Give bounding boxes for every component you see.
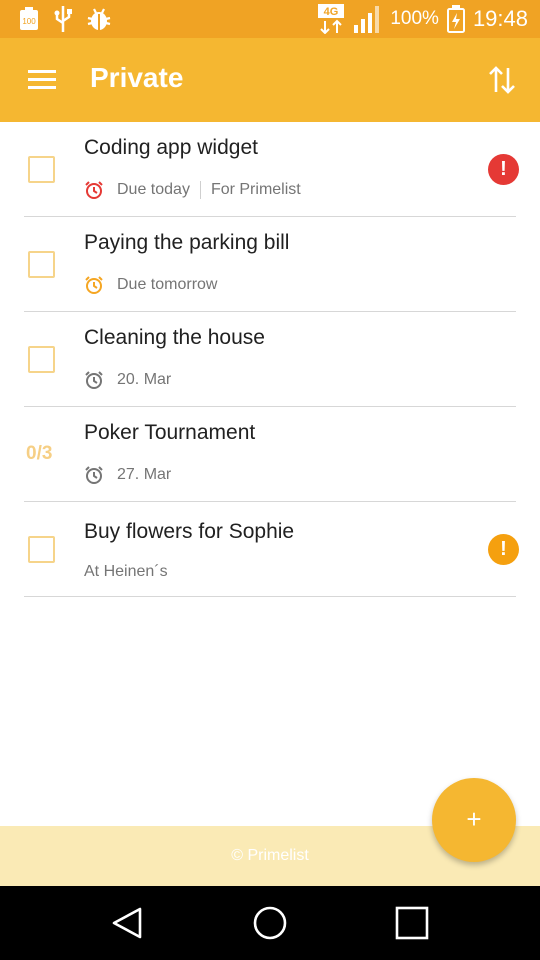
- task-item-poker-tournament[interactable]: 0/3 Poker Tournament 27. Mar: [0, 407, 540, 502]
- system-nav-bar: [0, 886, 540, 960]
- task-checkbox[interactable]: [28, 251, 55, 278]
- home-button[interactable]: [250, 903, 290, 943]
- status-left-icons: 100: [18, 6, 112, 32]
- status-bar: 100 4G 100% 19:48: [0, 0, 540, 38]
- divider: [24, 596, 516, 597]
- task-list-label: For Primelist: [210, 181, 301, 198]
- task-checkbox[interactable]: [28, 156, 55, 183]
- task-due: 27. Mar: [117, 466, 172, 483]
- task-due: Due today: [117, 181, 190, 198]
- battery-charging-icon: [446, 5, 465, 33]
- task-meta: 20. Mar: [84, 369, 171, 391]
- alarm-clock-icon: [85, 276, 103, 294]
- network-label: 4G: [324, 6, 339, 18]
- sort-button[interactable]: [482, 60, 522, 100]
- signal-icon: [354, 6, 380, 33]
- task-meta: Due tomorrow: [84, 274, 217, 296]
- subtask-counter[interactable]: 0/3: [26, 443, 52, 465]
- meta-divider: [199, 181, 201, 199]
- status-right-icons: 4G 100% 19:48: [318, 0, 528, 38]
- battery-icon-label: 100: [22, 17, 36, 26]
- recents-button[interactable]: [392, 903, 432, 943]
- alarm-clock-icon: [85, 181, 103, 199]
- task-item-cleaning-house[interactable]: Cleaning the house 20. Mar: [0, 312, 540, 407]
- task-due: Due tomorrow: [117, 276, 218, 293]
- recents-square-icon: [395, 906, 429, 940]
- network-4g-icon: 4G: [318, 4, 345, 34]
- priority-medium-icon: !: [488, 534, 519, 565]
- hamburger-menu-icon: [28, 70, 56, 89]
- task-list: Coding app widget Due today For Primelis…: [0, 122, 540, 597]
- add-task-button[interactable]: +: [432, 778, 516, 862]
- task-title: Cleaning the house: [84, 326, 265, 349]
- menu-button[interactable]: [20, 62, 64, 98]
- priority-high-icon: !: [488, 154, 519, 185]
- task-meta: 27. Mar: [84, 464, 171, 486]
- app-bar: Private: [0, 38, 540, 122]
- back-triangle-icon: [112, 907, 142, 939]
- status-time: 19:48: [472, 6, 528, 31]
- task-note: At Heinen´s: [84, 563, 168, 580]
- task-checkbox[interactable]: [28, 536, 55, 563]
- back-button[interactable]: [108, 903, 148, 943]
- task-title: Coding app widget: [84, 136, 258, 159]
- home-circle-icon: [253, 906, 287, 940]
- page-title: Private: [90, 62, 184, 93]
- task-title: Poker Tournament: [84, 421, 256, 444]
- battery-full-icon: 100: [20, 7, 38, 30]
- alarm-clock-icon: [85, 371, 103, 389]
- task-due: 20. Mar: [117, 371, 172, 388]
- task-item-paying-parking-bill[interactable]: Paying the parking bill Due tomorrow: [0, 217, 540, 312]
- alarm-clock-icon: [85, 466, 103, 484]
- task-meta: Due today For Primelist: [84, 179, 301, 201]
- task-item-coding-app-widget[interactable]: Coding app widget Due today For Primelis…: [0, 122, 540, 217]
- battery-percent: 100%: [390, 8, 439, 29]
- task-title: Buy flowers for Sophie: [84, 520, 295, 543]
- usb-icon: [54, 6, 72, 32]
- task-item-buy-flowers[interactable]: Buy flowers for Sophie At Heinen´s !: [0, 502, 540, 597]
- sort-arrows-icon: [489, 66, 515, 94]
- task-title: Paying the parking bill: [84, 231, 290, 254]
- task-checkbox[interactable]: [28, 346, 55, 373]
- bug-icon: [87, 8, 111, 30]
